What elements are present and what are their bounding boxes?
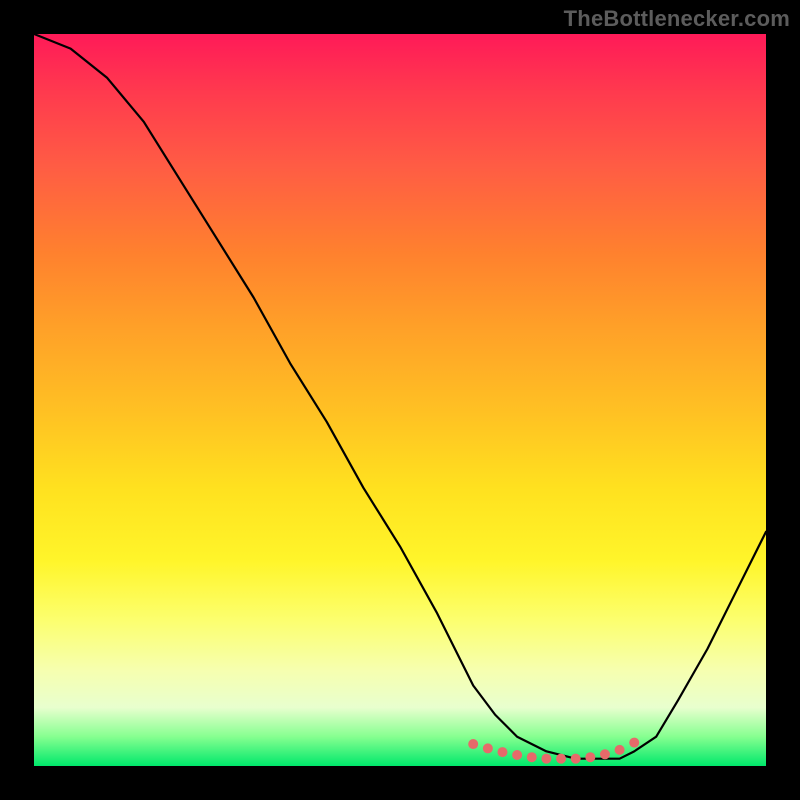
marker-dot <box>615 745 625 755</box>
marker-dot <box>512 750 522 760</box>
watermark-text: TheBottlenecker.com <box>564 6 790 32</box>
marker-dot <box>585 752 595 762</box>
marker-dot <box>497 747 507 757</box>
marker-dot <box>527 752 537 762</box>
marker-dot <box>629 738 639 748</box>
marker-dot <box>483 743 493 753</box>
marker-dot <box>600 749 610 759</box>
chart-svg <box>34 34 766 766</box>
marker-dot <box>541 754 551 764</box>
marker-dot <box>571 754 581 764</box>
bottleneck-curve <box>34 34 766 759</box>
marker-dot <box>468 739 478 749</box>
marker-dot <box>556 754 566 764</box>
plot-area <box>34 34 766 766</box>
chart-container: TheBottlenecker.com <box>0 0 800 800</box>
